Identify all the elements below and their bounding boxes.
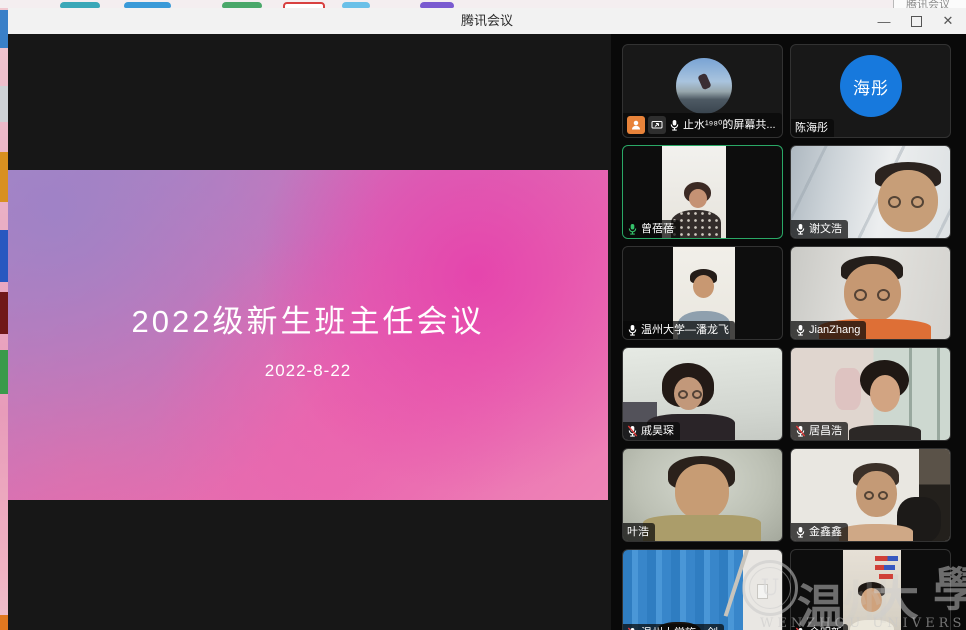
host-badge-icon xyxy=(627,116,645,134)
participant-label: 戚昊琛 xyxy=(623,422,680,440)
glasses xyxy=(852,289,892,303)
screen-share-badge-icon xyxy=(648,116,666,134)
video-tile-speaking[interactable]: 曾蓓蓓 xyxy=(622,145,783,239)
participant-name: 戚昊琛 xyxy=(641,425,674,437)
mic-muted-icon xyxy=(627,425,638,437)
participant-name: 谢文浩 xyxy=(809,223,842,235)
desktop-left-strip xyxy=(0,8,8,630)
close-icon: ✕ xyxy=(943,13,954,29)
person-silhouette xyxy=(849,425,921,440)
participant-name: 居昌浩 xyxy=(809,425,842,437)
desktop-top-strip: 腾讯会议 xyxy=(0,0,966,8)
presentation-slide: 2022级新生班主任会议 2022-8-22 xyxy=(8,170,608,500)
video-tile[interactable]: 叶浩 xyxy=(622,448,783,542)
desktop-icon-fragment xyxy=(0,615,8,630)
glasses xyxy=(862,491,890,505)
glasses xyxy=(886,196,926,210)
participant-name: 曾蓓蓓 xyxy=(641,223,674,235)
person-silhouette xyxy=(643,515,761,541)
minimize-button[interactable]: — xyxy=(868,8,900,34)
desktop-icon-fragment xyxy=(0,10,8,48)
participant-name: 金鑫鑫 xyxy=(809,526,842,538)
background-device xyxy=(757,584,768,599)
participant-label: 余明新 xyxy=(791,624,848,630)
participant-label: 金鑫鑫 xyxy=(791,523,848,541)
video-tile[interactable]: JianZhang xyxy=(790,246,951,340)
background-window-title: 腾讯会议 xyxy=(906,0,966,8)
video-tile[interactable]: 金鑫鑫 xyxy=(790,448,951,542)
window-title: 腾讯会议 xyxy=(8,8,966,34)
mic-on-icon xyxy=(795,324,806,336)
participant-label: 止水¹⁹⁸⁰的屏幕共... xyxy=(623,113,782,137)
desktop-icon-fragment xyxy=(0,350,8,394)
minimize-icon: — xyxy=(878,14,891,29)
mic-on-icon xyxy=(795,526,806,538)
window-controls: — ✕ xyxy=(868,8,964,34)
participant-label: 温州大学施一剑 xyxy=(623,624,724,630)
mic-speaking-icon xyxy=(627,223,638,235)
poster-text-marks xyxy=(875,556,898,561)
desktop-icon-fragment xyxy=(0,86,8,122)
desktop-icon-fragment xyxy=(0,152,8,202)
poster-text-marks xyxy=(879,574,893,579)
person-silhouette xyxy=(675,464,729,520)
person-silhouette xyxy=(839,524,913,541)
background-window-titlebar: 腾讯会议 xyxy=(893,0,966,8)
participant-name: 止水¹⁹⁸⁰的屏幕共... xyxy=(683,119,776,131)
person-silhouette xyxy=(861,588,882,612)
video-tile[interactable]: 居昌浩 xyxy=(790,347,951,441)
participant-label: 温州大学—潘龙飞 xyxy=(623,321,735,339)
desktop-icon-fragment xyxy=(0,292,8,334)
poster-text-marks xyxy=(875,565,895,570)
video-tile-host[interactable]: 止水¹⁹⁸⁰的屏幕共... xyxy=(622,44,783,138)
maximize-button[interactable] xyxy=(900,8,932,34)
participant-name: 叶浩 xyxy=(627,526,649,538)
glasses xyxy=(676,390,704,404)
video-tile[interactable]: 温州大学—潘龙飞 xyxy=(622,246,783,340)
person-silhouette xyxy=(689,189,707,208)
participant-label: 居昌浩 xyxy=(791,422,848,440)
window-frame-line xyxy=(937,348,940,441)
participant-label: JianZhang xyxy=(791,321,866,339)
desktop-icon-fragment xyxy=(0,230,8,282)
close-button[interactable]: ✕ xyxy=(932,8,964,34)
participant-name: 温州大学—潘龙飞 xyxy=(641,324,729,336)
video-tile[interactable]: 温州大学施一剑 xyxy=(622,549,783,630)
background-curtain xyxy=(835,368,861,410)
mic-muted-icon xyxy=(795,425,806,437)
meeting-window: 腾讯会议 — ✕ 2022级新生班主任会议 2022-8-22 止水¹⁹⁸⁰的屏… xyxy=(8,8,966,630)
avatar-initials: 海彤 xyxy=(840,55,902,117)
participant-label: 陈海彤 xyxy=(791,119,834,137)
video-tile[interactable]: 余明新 xyxy=(790,549,951,630)
mic-on-icon xyxy=(669,119,680,131)
shared-screen-stage: 2022级新生班主任会议 2022-8-22 止水¹⁹⁸⁰的屏幕共享 xyxy=(8,34,611,630)
participant-name: JianZhang xyxy=(809,324,860,336)
person-silhouette xyxy=(850,620,894,630)
mic-on-icon xyxy=(795,223,806,235)
person-silhouette xyxy=(870,375,900,412)
avatar-photo xyxy=(676,58,732,114)
participant-label: 谢文浩 xyxy=(791,220,848,238)
background-curtain xyxy=(623,550,743,630)
person-silhouette xyxy=(693,275,714,298)
video-tile[interactable]: 谢文浩 xyxy=(790,145,951,239)
slide-date: 2022-8-22 xyxy=(265,361,352,381)
window-titlebar: 腾讯会议 — ✕ xyxy=(8,8,966,35)
video-tile[interactable]: 戚昊琛 xyxy=(622,347,783,441)
video-tile[interactable]: 海彤 陈海彤 xyxy=(790,44,951,138)
participant-label: 曾蓓蓓 xyxy=(623,220,680,238)
maximize-icon xyxy=(911,16,922,27)
participant-name: 陈海彤 xyxy=(795,122,828,134)
mic-on-icon xyxy=(627,324,638,336)
participant-label: 叶浩 xyxy=(623,523,655,541)
slide-title: 2022级新生班主任会议 xyxy=(132,296,485,341)
